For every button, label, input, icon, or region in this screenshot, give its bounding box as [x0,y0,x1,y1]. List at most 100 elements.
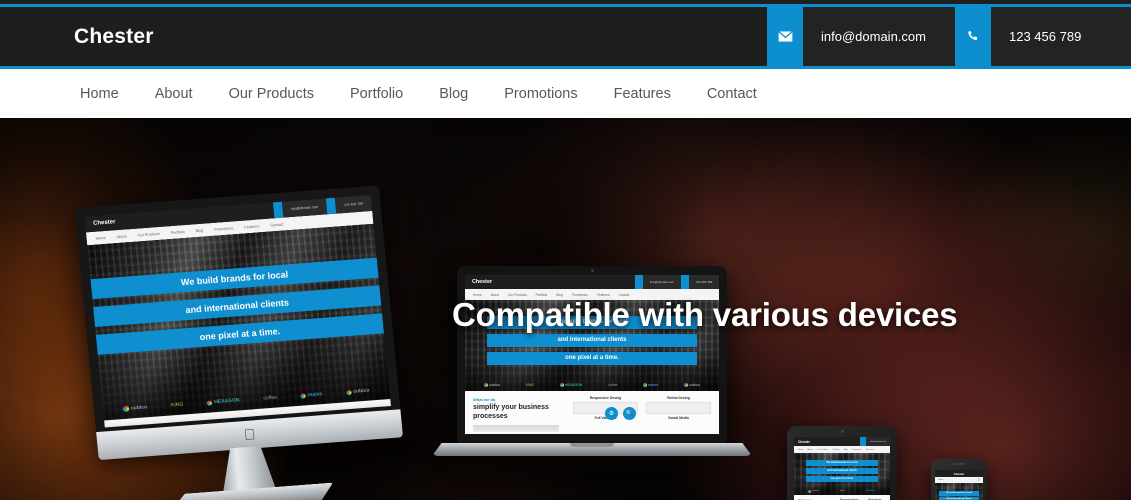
iphone-screen: Chester Home ☰ We build brands for local… [935,470,983,500]
tab-client-logos: cubico KING HEXAGON [794,487,890,495]
mini-nav-blog: Blog [195,228,204,233]
iphone-speaker-icon [953,463,965,465]
nav-item-contact[interactable]: Contact [689,86,775,102]
tab-nav-blog: Blog [843,448,848,451]
nav-item-portfolio[interactable]: Portfolio [332,86,421,102]
header-phone[interactable]: 123 456 789 [991,7,1131,66]
tab-client-logo-2: KING [839,490,845,492]
ipad-camera-icon [840,430,844,433]
lap-mini-phone-icon [681,275,689,289]
lap-feat-label-4: Social Media [668,416,689,420]
tab-nav-portfolio: Portfolio [832,448,840,451]
ph-nav-home: Home [938,479,944,481]
header-contact-group: info@domain.com 123 456 789 [767,7,1131,66]
ph-banner-line-1: We build brands for local [939,491,979,496]
mini-nav-portfolio: Portfolio [170,229,185,235]
nav-list: Home About Our Products Portfolio Blog P… [0,69,1131,118]
header-email[interactable]: info@domain.com [803,7,955,66]
site-header: Chester info@domain.com 123 456 789 [0,7,1131,66]
nav-item-about[interactable]: About [137,86,211,102]
macbook-camera-icon [590,269,594,272]
header-accent-line [0,66,1131,69]
nav-item-features[interactable]: Features [596,86,689,102]
macbook-notch [570,443,614,447]
lap-gear-icon: ⚙ [605,407,618,420]
mini-hero-photo: We build brands for local and internatio… [87,223,391,421]
imac-neck [218,445,276,495]
top-accent-line [0,4,1131,7]
mini-nav-products: Our Products [137,231,161,238]
ph-mini-logo: Chester [953,471,965,476]
site-logo[interactable]: Chester [74,7,154,66]
lap-mini-logo: Chester [472,279,493,285]
tab-banner-line-1: We build brands for local [806,460,878,466]
tab-nav-home: Home [798,448,804,451]
lap-banner-line-3: one pixel at a time. [487,352,697,365]
lap-mini-body: What we do simplify your business proces… [465,391,719,434]
tab-mini-photo: We build brands for local and internatio… [794,453,890,495]
tab-mini-body: What we do simplify your business proces… [794,495,890,500]
tab-client-logo-3: HEXAGON [865,490,876,492]
tab-nav-promotions: Promotions [851,448,862,451]
mini-nav-contact: Contact [270,222,284,228]
tab-mini-contact: info@domain.com [866,437,890,446]
nav-item-our-products[interactable]: Our Products [211,86,332,102]
tab-client-logo-1: cubico [808,489,819,493]
lap-wwd-kicker: What we do [473,397,496,402]
device-iphone: Chester Home ☰ We build brands for local… [931,459,987,500]
mini-banner: We build brands for local and internatio… [90,257,384,355]
tab-mini-header: Chester info@domain.com [794,437,890,446]
lap-client-logo-1: cubico [483,382,500,387]
iphone-body: Chester Home ☰ We build brands for local… [931,459,987,500]
lap-client-logo-6: cubico [684,382,700,387]
main-navigation: Home About Our Products Portfolio Blog P… [0,69,1131,118]
lap-client-logo-2: KING [525,382,535,387]
mini-logo: Chester [92,219,116,227]
phone-icon [955,7,991,66]
nav-item-home[interactable]: Home [62,86,137,102]
mini-phone: 123 456 789 [334,194,373,214]
lap-client-logo-3: HEXAGON [560,382,582,387]
envelope-icon [767,7,803,66]
ph-mini-banner: We build brands for local and internatio… [935,491,983,500]
tab-mini-nav: Home About Our Products Portfolio Blog P… [794,446,890,453]
mini-nav-home: Home [95,235,106,241]
lap-mini-contacts: info@domain.com 123 456 789 [635,275,719,289]
macbook-lid: Chester info@domain.com 123 456 789 Home… [457,266,727,443]
ph-menu-icon[interactable]: ☰ [977,478,980,482]
imac-screen: Chester info@domain.com 123 456 789 Home… [84,194,391,428]
client-logo-5: mates [300,391,323,399]
client-logo-2: KING [170,401,184,409]
ph-mini-photo: We build brands for local and internatio… [935,483,983,500]
lap-mini-email: info@domain.com [643,275,681,289]
mini-nav-promotions: Promotions [214,225,234,232]
imac-bezel: Chester info@domain.com 123 456 789 Home… [74,185,401,433]
hero-section: Compatible with various devices Chester … [0,118,1131,500]
device-imac: Chester info@domain.com 123 456 789 Home… [74,185,411,500]
tab-banner-line-2: and international clients [806,468,878,474]
lap-mini-header: Chester info@domain.com 123 456 789 [465,275,719,289]
nav-item-blog[interactable]: Blog [421,86,486,102]
lap-feat-label-1: Responsive Desing [589,396,622,400]
device-ipad: Chester info@domain.com Home About Our P… [787,426,897,500]
client-logo-3: HEXAGON [207,397,240,406]
hero-title: Compatible with various devices [452,296,958,333]
tab-nav-features: Features [865,448,874,451]
tab-mini-banner: We build brands for local and internatio… [794,460,890,482]
ph-mini-header: Chester [935,470,983,477]
ipad-body: Chester info@domain.com Home About Our P… [787,426,897,500]
nav-item-promotions[interactable]: Promotions [486,86,595,102]
lap-banner-line-2: and international clients [487,334,697,347]
lap-client-logos: cubico KING HEXAGON coffee mates cubico [465,378,719,391]
tab-banner-line-3: one pixel at a time. [806,476,878,482]
mini-email: info@domain.com [281,198,328,218]
ipad-screen: Chester info@domain.com Home About Our P… [794,437,890,500]
lap-client-logo-5: mates [643,382,658,387]
lap-wwd-title: simplify your business processes [473,404,549,420]
lap-mini-envelope-icon [635,275,643,289]
client-logo-1: cubico [122,404,147,413]
apple-logo-icon:  [243,426,256,444]
tab-nav-about: About [807,448,813,451]
lap-magnifier-icon: 🔍 [623,407,636,420]
page-root: Chester info@domain.com 123 456 789 Home… [0,0,1131,500]
